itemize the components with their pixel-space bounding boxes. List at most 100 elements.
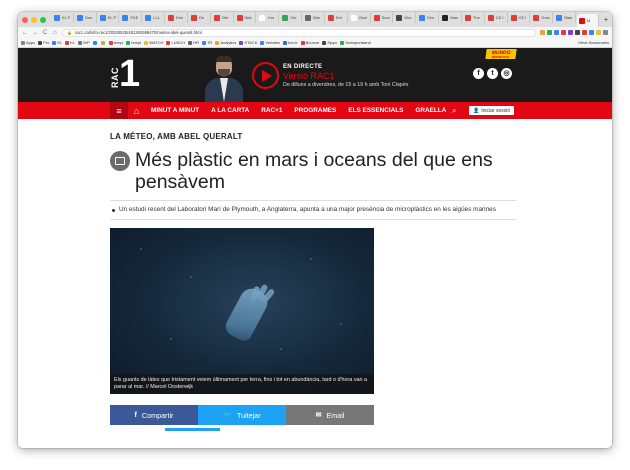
bookmark-item[interactable]: Vertalen xyxy=(260,40,280,45)
share-email-button[interactable]: ✉ Email xyxy=(286,405,374,425)
bookmark-item[interactable]: bol.ie xyxy=(283,40,298,45)
extension-icon[interactable] xyxy=(554,30,559,35)
browser-tab[interactable]: M xyxy=(577,14,599,27)
browser-tab[interactable]: FKE xyxy=(120,12,143,23)
nav-item-rac-1[interactable]: RAC+1 xyxy=(255,107,288,114)
search-icon[interactable]: ⌕ xyxy=(452,106,456,115)
tab-title: Een xyxy=(176,15,184,20)
bookmark-label: Apps xyxy=(26,40,36,45)
hamburger-menu-icon[interactable]: ≡ xyxy=(110,102,128,119)
instagram-icon[interactable]: ◎ xyxy=(501,68,512,79)
browser-tab[interactable]: Obr xyxy=(212,12,234,23)
share-twitter-button[interactable]: 🐦 Tuitejar xyxy=(198,405,286,425)
browser-tab[interactable]: Mar xyxy=(303,12,325,23)
new-tab-button[interactable]: + xyxy=(600,15,612,24)
bookmark-item[interactable]: TR xyxy=(201,40,212,45)
browser-tab[interactable]: KL F xyxy=(52,12,74,23)
browser-tab[interactable]: CE I xyxy=(486,12,508,23)
other-bookmarks[interactable]: Other Bookmarks xyxy=(578,40,609,45)
facebook-icon[interactable]: f xyxy=(473,68,484,79)
bookmark-item[interactable]: WATCH xyxy=(144,40,163,45)
browser-tab[interactable]: Blan xyxy=(554,12,577,23)
mundo-deportivo-logo[interactable]: MUNDO DEPORTIVO xyxy=(485,49,517,59)
favicon-icon xyxy=(282,14,289,21)
maximize-window-button[interactable] xyxy=(40,16,46,23)
nav-item-els-essencials[interactable]: ELS ESSENCIALS xyxy=(342,107,409,114)
browser-tab[interactable]: Gezi xyxy=(349,12,371,23)
browser-tab[interactable]: Chr xyxy=(280,12,303,23)
bookmark-item[interactable]: LUNCH xyxy=(166,40,185,45)
address-bar[interactable]: 🔒 rac1.cat/info-rac1/20200525/4813929894… xyxy=(62,28,536,37)
browser-tab[interactable]: Dric xyxy=(417,12,440,23)
browser-tab[interactable]: Was xyxy=(440,12,462,23)
browser-tab[interactable]: Yoo xyxy=(257,12,280,23)
nav-item-graella[interactable]: GRAELLA xyxy=(409,107,452,114)
extension-icon[interactable] xyxy=(561,30,566,35)
browser-tab[interactable]: Wat xyxy=(235,12,257,23)
reload-button[interactable]: C xyxy=(42,30,48,36)
bookmark-item[interactable]: KL xyxy=(65,40,75,45)
profile-avatar[interactable] xyxy=(603,30,608,35)
extension-icon[interactable] xyxy=(596,30,601,35)
browser-tab[interactable]: De xyxy=(189,12,211,23)
live-info[interactable]: EN DIRECTE Versió RAC1 De dilluns a dive… xyxy=(283,64,408,88)
twitter-icon[interactable]: t xyxy=(487,68,498,79)
extension-icon[interactable] xyxy=(568,30,573,35)
bookmark-icon xyxy=(126,40,131,45)
bookmark-item[interactable]: Swimportaand xyxy=(340,40,371,45)
forward-button[interactable]: → xyxy=(32,30,38,36)
article-kicker[interactable]: LA MÉTEO, AMB ABEL QUERALT xyxy=(110,132,516,141)
nav-item-minut-a-minut[interactable]: MINUT A MINUT xyxy=(145,107,205,114)
browser-tab[interactable]: Som xyxy=(372,12,394,23)
bookmark-item[interactable]: Zippo xyxy=(322,40,337,45)
extension-icon[interactable] xyxy=(589,30,594,35)
bookmark-item[interactable] xyxy=(100,40,106,45)
bookmark-item[interactable]: Bounce xyxy=(300,40,319,45)
bookmark-item[interactable]: KL xyxy=(52,40,62,45)
browser-tab[interactable]: LLL xyxy=(143,12,166,23)
bookmark-item[interactable]: WP xyxy=(78,40,90,45)
browser-tab[interactable]: Eer xyxy=(326,12,348,23)
login-button[interactable]: 👤 Iniciar sessió xyxy=(469,106,515,115)
share-facebook-button[interactable]: f Compartir xyxy=(110,405,198,425)
home-button[interactable]: ⌂ xyxy=(52,30,58,36)
site-nav: ≡ ⌂ MINUT A MINUT A LA CARTA RAC+1 PROGRAME… xyxy=(18,102,612,119)
headline-row: Més plàstic en mars i oceans del que ens… xyxy=(110,149,516,193)
summary-item: Un estudi recent del Laboratori Marí de … xyxy=(112,206,516,214)
extension-icon[interactable] xyxy=(582,30,587,35)
extension-icon[interactable] xyxy=(575,30,580,35)
close-window-button[interactable] xyxy=(22,16,28,23)
bookmark-item[interactable]: tempi xyxy=(108,40,123,45)
browser-tab[interactable]: CE I xyxy=(509,12,531,23)
bookmark-item[interactable]: HR xyxy=(188,40,199,45)
facebook-icon: f xyxy=(134,411,137,419)
home-icon[interactable]: ⌂ xyxy=(128,102,145,119)
article: LA MÉTEO, AMB ABEL QUERALT Més plàstic e… xyxy=(110,132,516,431)
extension-icon[interactable] xyxy=(540,30,545,35)
nav-item-a-la-carta[interactable]: A LA CARTA xyxy=(205,107,255,114)
bookmark-item[interactable]: Analytics xyxy=(215,40,236,45)
minimize-window-button[interactable] xyxy=(31,16,37,23)
bookmark-item[interactable] xyxy=(92,40,98,45)
play-live-button[interactable] xyxy=(252,62,279,89)
browser-tab[interactable]: Wor xyxy=(394,12,417,23)
logo-number: 1 xyxy=(119,53,141,95)
rac1-logo[interactable]: 1 RAC xyxy=(110,54,142,94)
favicon-icon xyxy=(373,14,380,21)
browser-tab[interactable]: Een xyxy=(166,12,188,23)
article-photo[interactable]: Els guants de làtex que tristament veiem… xyxy=(110,228,374,394)
favicon-icon xyxy=(533,14,540,21)
extension-icon[interactable] xyxy=(547,30,552,35)
article-type-icon xyxy=(110,151,130,171)
bookmark-item[interactable]: Pro xyxy=(38,40,49,45)
bookmark-item[interactable]: Apps xyxy=(21,40,35,45)
bookmark-item[interactable]: STACK xyxy=(239,40,257,45)
bookmark-icon xyxy=(166,40,171,45)
browser-tab[interactable]: The xyxy=(463,12,485,23)
bookmark-item[interactable]: tempi xyxy=(126,40,141,45)
browser-tab[interactable]: Grec xyxy=(531,12,554,23)
browser-tab[interactable]: KL P xyxy=(98,12,120,23)
back-button[interactable]: ← xyxy=(22,30,28,36)
nav-item-programes[interactable]: PROGRAMES xyxy=(288,107,342,114)
browser-tab[interactable]: Goo xyxy=(75,12,97,23)
